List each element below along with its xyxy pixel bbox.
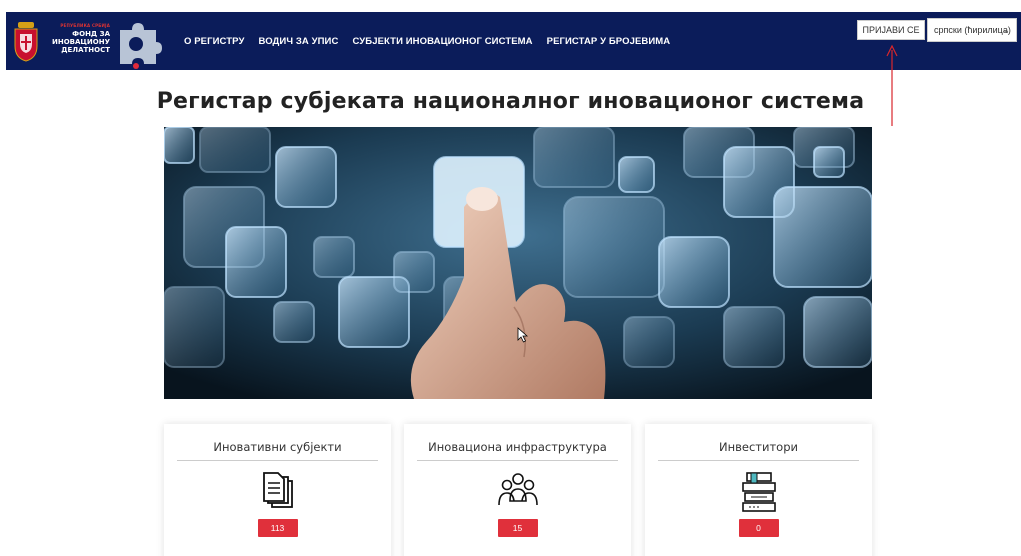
- card-innovative-subjects[interactable]: Иновативни субјекти 113: [164, 424, 391, 556]
- card-divider: [177, 460, 378, 461]
- card-investors[interactable]: Инвеститори 0: [645, 424, 872, 556]
- nav-register-in-numbers[interactable]: РЕГИСТАР У БРОЈЕВИМА: [547, 36, 671, 47]
- language-select[interactable]: српски (ћирилица) ⌄: [927, 18, 1017, 42]
- card-title: Иновациона инфраструктура: [428, 440, 607, 454]
- nav-innovation-subjects[interactable]: СУБЈЕКТИ ИНОВАЦИОНОГ СИСТЕМА: [352, 36, 532, 47]
- documents-icon: [262, 472, 293, 508]
- fund-logo[interactable]: РЕПУБЛИКА СРБИЈА ФОНД ЗА ИНОВАЦИОНУ ДЕЛА…: [10, 16, 162, 69]
- people-group-icon: [497, 473, 538, 506]
- count-badge: 0: [738, 519, 779, 537]
- hero-image: [164, 127, 872, 399]
- book-stack-icon: [741, 472, 776, 512]
- nav-registration-guide[interactable]: ВОДИЧ ЗА УПИС: [258, 36, 338, 47]
- red-annotation-arrow: [886, 44, 898, 126]
- card-innovation-infrastructure[interactable]: Иновациона инфраструктура 15: [404, 424, 631, 556]
- login-button[interactable]: ПРИЈАВИ СЕ: [857, 20, 925, 40]
- count-badge: 113: [257, 519, 298, 537]
- chevron-down-icon: ⌄: [1002, 25, 1010, 35]
- card-divider: [658, 460, 859, 461]
- count-badge: 15: [497, 519, 538, 537]
- mouse-cursor-icon: [517, 327, 529, 343]
- hero-touch-screen-image: [164, 127, 872, 399]
- nav-about-register[interactable]: О РЕГИСТРУ: [184, 36, 244, 47]
- main-nav: О РЕГИСТРУ ВОДИЧ ЗА УПИС СУБЈЕКТИ ИНОВАЦ…: [184, 36, 670, 47]
- serbia-coat-of-arms-icon: [14, 22, 38, 62]
- page-title: Регистар субјеката националног иновацион…: [156, 89, 865, 114]
- card-divider: [417, 460, 618, 461]
- fund-logo-text: РЕПУБЛИКА СРБИЈА ФОНД ЗА ИНОВАЦИОНУ ДЕЛА…: [52, 23, 110, 54]
- card-title: Иновативни субјекти: [213, 440, 342, 454]
- language-select-value: српски (ћирилица): [934, 25, 1011, 35]
- puzzle-logo-icon: [120, 23, 162, 69]
- card-title: Инвеститори: [719, 440, 798, 454]
